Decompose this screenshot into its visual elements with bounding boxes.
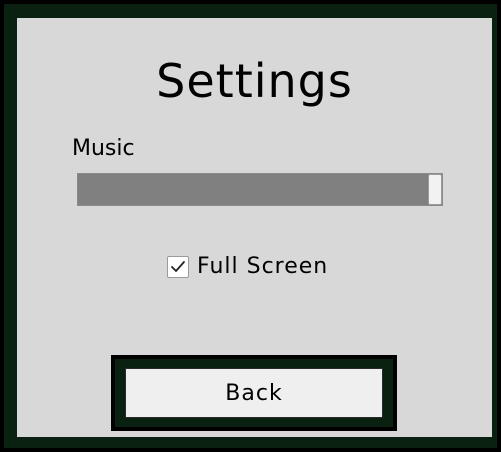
window-frame-inner: Settings Music Full Screen Back bbox=[4, 4, 497, 448]
settings-panel: Settings Music Full Screen Back bbox=[17, 18, 492, 437]
back-button[interactable]: Back bbox=[125, 368, 383, 418]
back-button-frame: Back bbox=[111, 355, 397, 431]
window-frame: Settings Music Full Screen Back bbox=[0, 0, 501, 452]
music-volume-fill bbox=[78, 174, 442, 205]
music-volume-slider[interactable] bbox=[77, 173, 443, 206]
fullscreen-checkbox[interactable] bbox=[167, 256, 189, 278]
fullscreen-label: Full Screen bbox=[197, 254, 329, 279]
music-label: Music bbox=[72, 136, 135, 161]
fullscreen-toggle[interactable]: Full Screen bbox=[167, 254, 328, 280]
checkmark-icon bbox=[171, 261, 185, 272]
page-title: Settings bbox=[156, 54, 353, 108]
back-button-frame-inner: Back bbox=[115, 359, 393, 427]
music-volume-handle[interactable] bbox=[428, 174, 442, 205]
